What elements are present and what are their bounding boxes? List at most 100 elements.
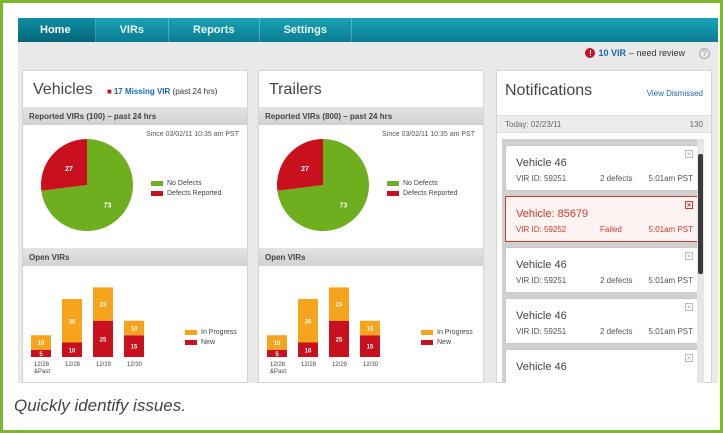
notification-title: Vehicle 46 [516,361,567,373]
top-nav: Home VIRs Reports Settings [18,18,718,42]
help-icon[interactable]: ? [699,47,710,59]
legend-red-swatch [151,191,163,196]
notification-title: Vehicle: 85679 [516,208,589,220]
since-label: Since 03/02/11 10:35 am PST [382,131,475,138]
open-virs-header: Open VIRs [259,248,483,266]
bar-label-in-progress: 23 [336,303,343,309]
bar-label-in-progress: 10 [367,327,374,333]
x-tick-label: 12/30 [127,362,143,368]
notification-title: Vehicle 46 [516,259,567,271]
dismiss-icon[interactable]: ✕ [685,150,693,158]
vehicles-title: Vehicles [33,81,93,98]
notification-time: 5:01am PST [648,327,693,336]
legend-orange-swatch [185,330,197,335]
bar-legend: In Progress New [185,329,237,349]
legend-in-progress: In Progress [437,329,473,336]
need-review-text: – need review [628,48,685,58]
need-review-link[interactable]: 10 VIR [598,48,626,58]
notification-time: 5:01am PST [648,276,693,285]
review-alert: ! 10 VIR – need review ? [585,46,710,60]
reported-virs-header: Reported VIRs (100) – past 24 hrs [23,107,247,125]
bar-label-new: 15 [131,345,138,351]
legend-defects-reported: Defects Reported [167,190,222,197]
bar-label-new: 10 [305,348,312,354]
open-virs-header: Open VIRs [23,248,247,266]
notification-time: 5:01am PST [648,225,693,234]
scroll-thumb[interactable] [698,154,703,274]
pie-label-defects: 27 [65,166,73,173]
notification-vir-id: VIR ID: 59251 [516,327,567,336]
view-dismissed-link[interactable]: View Dismissed [647,89,703,98]
missing-vir-notice: ■ 17 Missing VIR (past 24 hrs) [107,87,217,96]
dismiss-icon[interactable]: ✕ [685,252,693,260]
vehicles-pie-chart: 73 27 [40,139,133,231]
x-tick-label: &Past [270,369,286,375]
trailers-title: Trailers [269,81,322,98]
pie-legend: No Defects Defects Reported [387,180,457,200]
notification-status: 2 defects [600,327,633,336]
legend-new-swatch [185,340,197,345]
caption: Quickly identify issues. [14,396,186,415]
today-date: Today: 02/23/11 [505,119,562,129]
bar-label-new: 15 [367,345,374,351]
pie-slice-defects[interactable] [277,139,323,191]
notification-card[interactable]: Vehicle 46 VIR ID: 59251 2 defects 5:01a… [505,145,700,191]
notification-card[interactable]: Vehicle 46 VIR ID: 59251 2 defects 5:01a… [505,298,700,344]
notification-card[interactable]: Vehicle 46 VIR ID: 59251 2 defects 5:01a… [505,247,700,293]
x-tick-label: 12/28 [301,362,317,368]
bar-label-in-progress: 30 [69,319,76,325]
since-label: Since 03/02/11 10:35 am PST [146,131,239,138]
notification-card-failed[interactable]: Vehicle: 85679 VIR ID: 59252 Failed 5:01… [505,196,700,242]
missing-dot-icon: ■ [107,87,112,96]
tab-virs[interactable]: VIRs [96,18,170,42]
alert-icon: ! [585,48,596,58]
bar-label-in-progress: 10 [38,341,45,347]
pie-legend: No Defects Defects Reported [151,180,221,200]
tab-settings[interactable]: Settings [260,18,352,42]
notification-status: Failed [600,225,622,234]
notification-count: 130 [689,119,703,129]
notification-time: 5:01am PST [648,174,693,183]
bar-legend: In Progress New [421,329,473,349]
notification-card[interactable]: Vehicle 46 ✕ [505,349,700,383]
notification-vir-id: VIR ID: 59251 [516,174,567,183]
missing-vir-link[interactable]: 17 Missing VIR [114,87,170,96]
bar-label-in-progress: 30 [305,319,312,325]
pie-label-no-defects: 73 [104,203,112,210]
x-tick-label: 12/29 [96,362,112,368]
notifications-title: Notifications [505,82,593,99]
notification-list[interactable]: Vehicle 46 VIR ID: 59251 2 defects 5:01a… [502,139,704,383]
notification-title: Vehicle 46 [516,310,567,322]
notification-vir-id: VIR ID: 59252 [516,225,567,234]
notification-status: 2 defects [600,276,633,285]
tab-home[interactable]: Home [18,18,96,42]
notifications-panel: Notifications View Dismissed Today: 02/2… [496,70,712,383]
dismiss-icon[interactable]: ✕ [685,303,693,311]
dismiss-icon[interactable]: ✕ [685,354,693,362]
legend-no-defects: No Defects [167,180,202,187]
x-tick-label: &Past [34,369,50,375]
x-tick-label: 12/29 [332,362,348,368]
x-tick-label: 12/28 [270,362,286,368]
app-window: Home VIRs Reports Settings ! 10 VIR – ne… [18,18,718,383]
notification-status: 2 defects [600,174,633,183]
reported-virs-header: Reported VIRs (800) – past 24 hrs [259,107,483,125]
legend-in-progress: In Progress [201,329,237,336]
pie-slice-defects[interactable] [40,139,87,191]
bar-label-new: 25 [336,337,343,343]
legend-orange-swatch [421,330,433,335]
bar-label-new: 25 [100,337,107,343]
legend-green-swatch [387,181,399,186]
dismiss-icon[interactable]: ✕ [685,201,693,209]
x-tick-label: 12/28 [65,362,81,368]
notification-scrollbar[interactable] [697,139,704,383]
x-tick-label: 12/28 [34,362,50,368]
notifications-header: Notifications View Dismissed [497,71,711,115]
date-bar: Today: 02/23/11 130 [497,115,711,133]
pie-label-no-defects: 73 [340,203,348,210]
bar-label-new: 10 [69,348,76,354]
tab-reports[interactable]: Reports [169,18,260,42]
bar-label-in-progress: 23 [100,303,107,309]
legend-defects-reported: Defects Reported [403,190,458,197]
trailers-pie-chart: 73 27 [277,139,369,231]
